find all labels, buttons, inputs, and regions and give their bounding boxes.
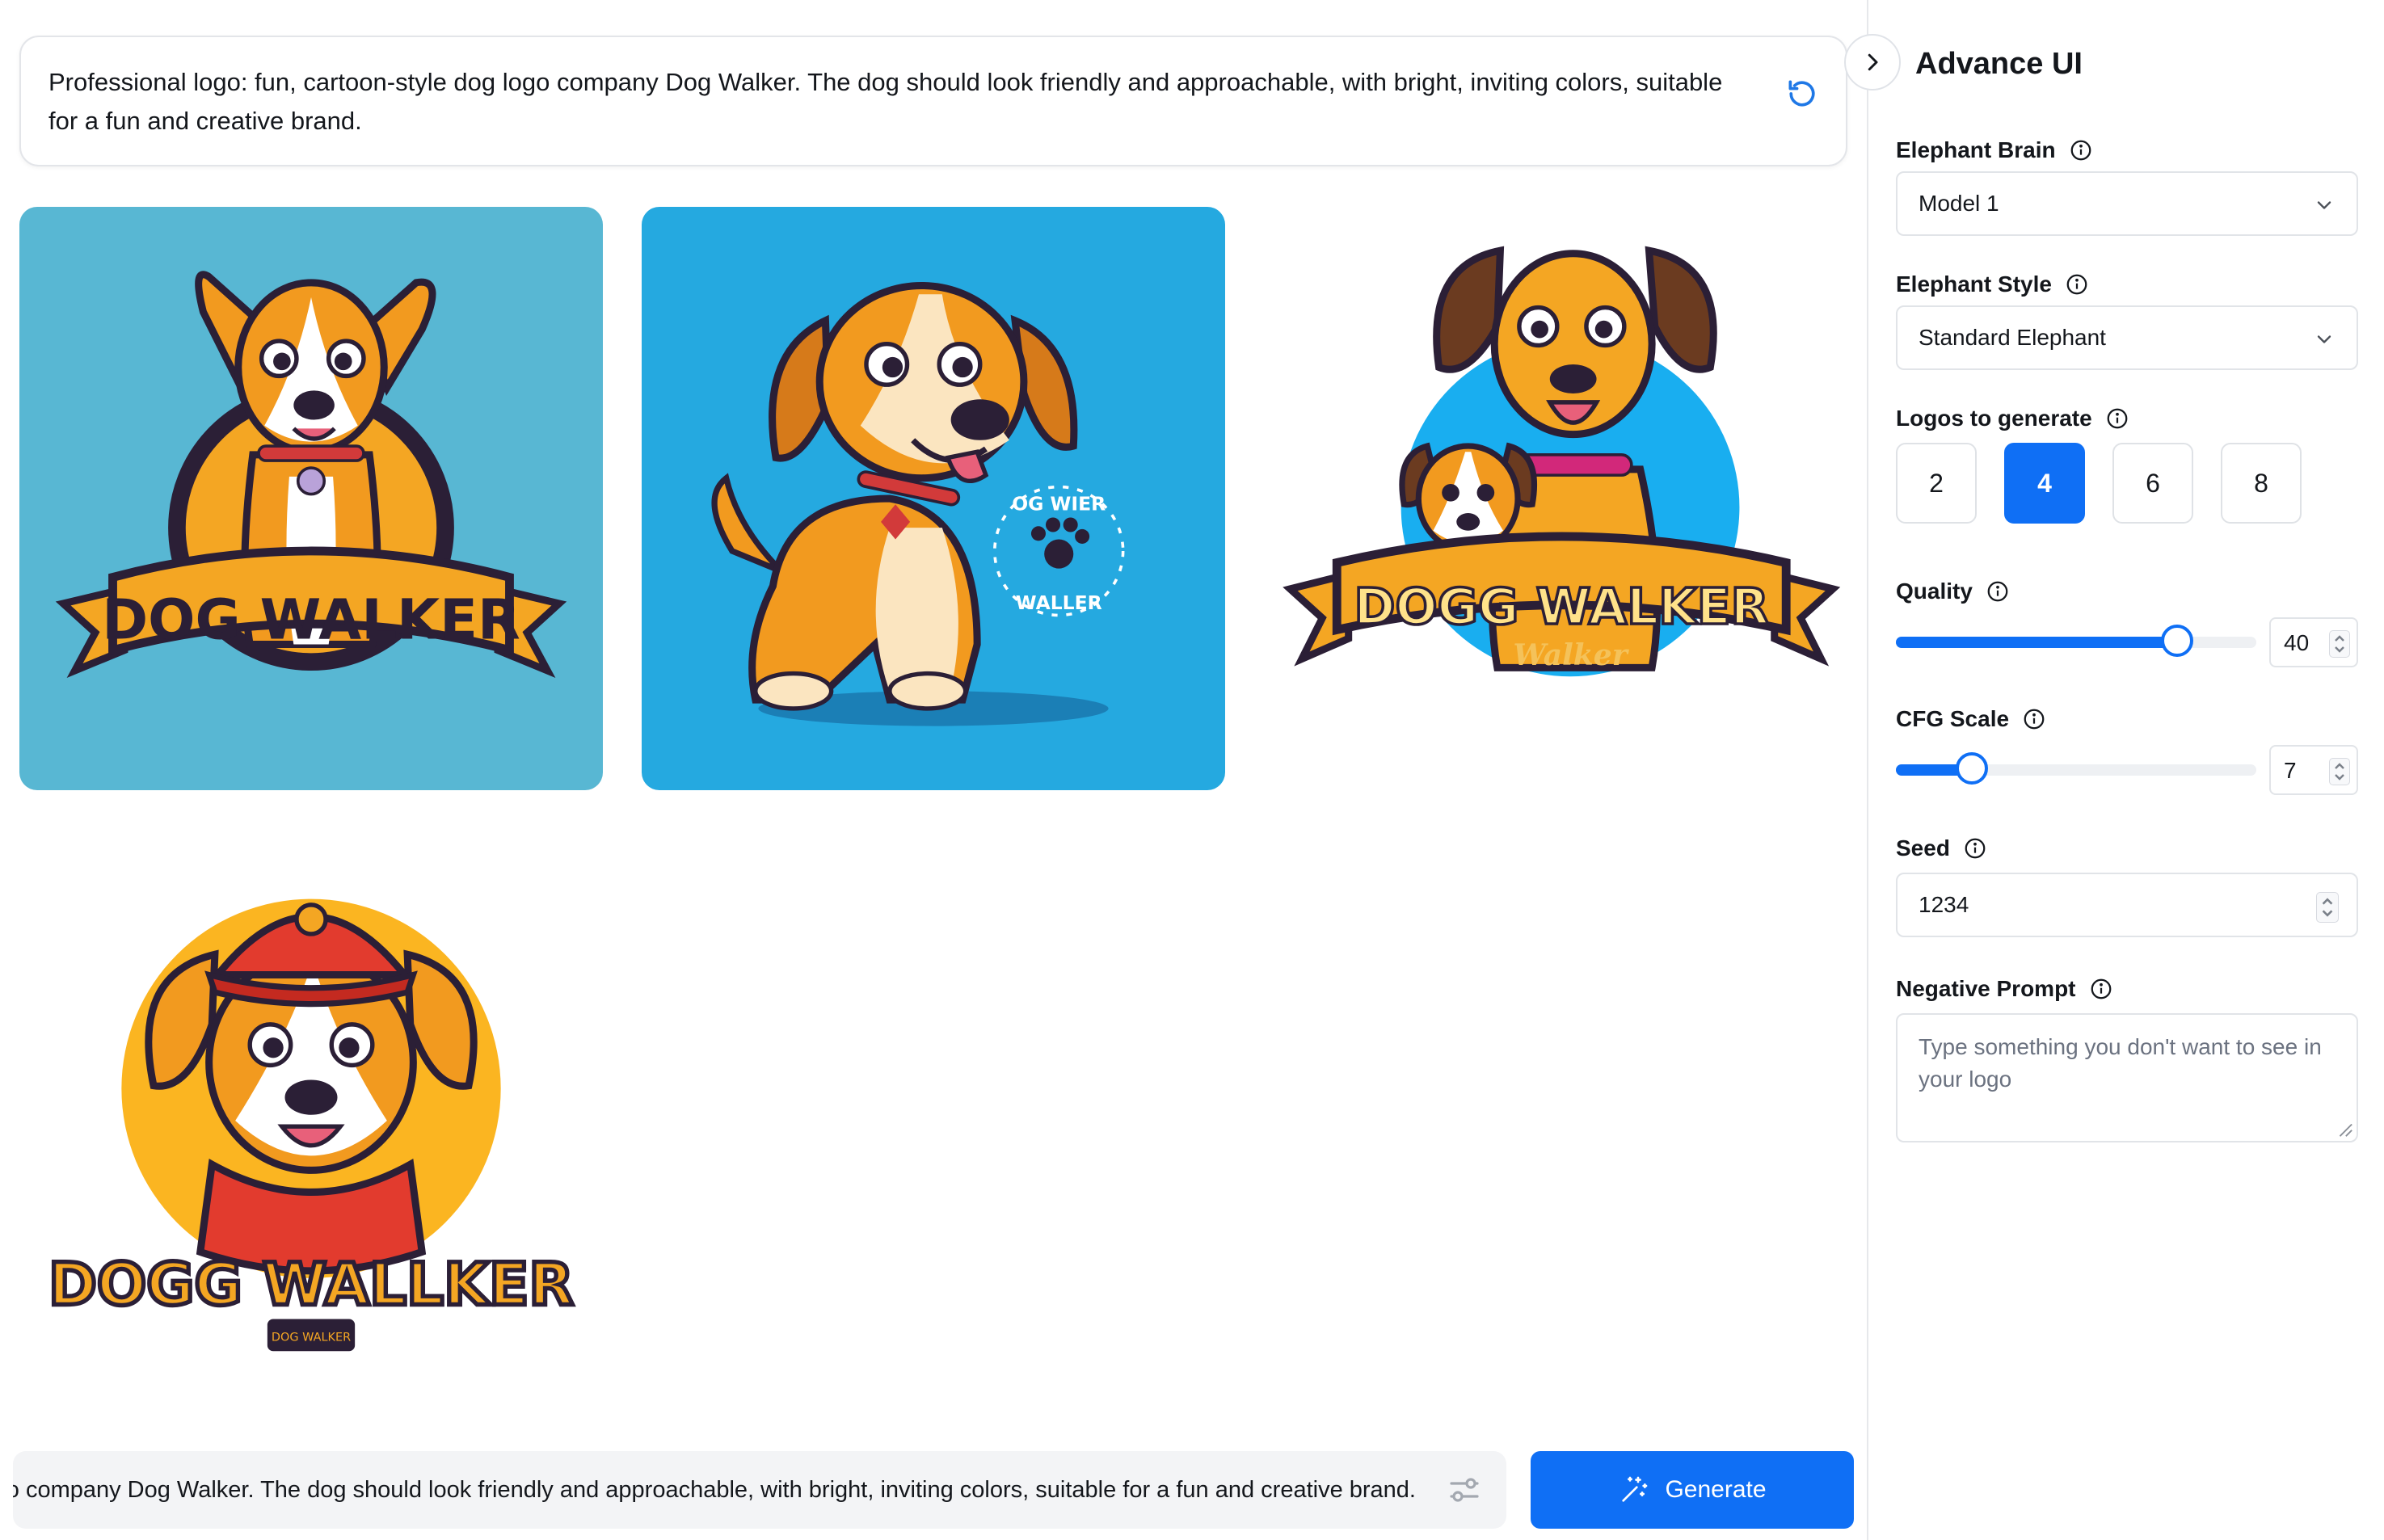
cfg-scale-slider-thumb[interactable] xyxy=(1955,752,1988,785)
logos-count-label: Logos to generate xyxy=(1896,406,2129,431)
main-area: Professional logo: fun, cartoon-style do… xyxy=(0,0,1867,1540)
sliders-icon[interactable] xyxy=(1445,1471,1484,1509)
style-select[interactable]: Standard Elephant xyxy=(1896,305,2358,370)
logos-count-label-text: Logos to generate xyxy=(1896,406,2092,431)
info-icon[interactable] xyxy=(2069,138,2093,162)
logos-count-option-6[interactable]: 6 xyxy=(2112,443,2193,524)
logos-count-option-2[interactable]: 2 xyxy=(1896,443,1977,524)
spin-arrows-icon[interactable] xyxy=(2329,630,2350,658)
cfg-scale-label: CFG Scale xyxy=(1896,706,2046,732)
quality-slider-fill xyxy=(1896,637,2177,648)
brain-select[interactable]: Model 1 xyxy=(1896,171,2358,236)
refresh-icon[interactable] xyxy=(1784,76,1820,112)
logo-image-2: OG WIER WALLER xyxy=(642,207,1225,790)
logo-result-4[interactable]: DOGG WALLKER DOG WALKER xyxy=(19,829,603,1412)
negative-prompt-label-text: Negative Prompt xyxy=(1896,976,2076,1001)
brain-label-text: Elephant Brain xyxy=(1896,137,2056,162)
logo-3-banner-text: DOGG WALKER xyxy=(1354,579,1769,636)
brain-label: Elephant Brain xyxy=(1896,137,2093,163)
prompt-display[interactable]: Professional logo: fun, cartoon-style do… xyxy=(19,36,1847,166)
quality-label-text: Quality xyxy=(1896,579,1973,604)
info-icon[interactable] xyxy=(2089,977,2113,1001)
logo-image-4: DOGG WALLKER DOG WALKER xyxy=(19,829,603,1412)
logo-result-3[interactable]: DOGG WALKER Walker xyxy=(1264,207,1847,790)
generate-label: Generate xyxy=(1665,1476,1767,1503)
info-icon[interactable] xyxy=(1963,836,1987,860)
prompt-input-bar[interactable]: Professional logo: fun, cartoon-style do… xyxy=(13,1451,1506,1529)
logo-image-3: DOGG WALKER Walker xyxy=(1264,207,1847,790)
logos-count-option-8[interactable]: 8 xyxy=(2221,443,2302,524)
quality-slider[interactable] xyxy=(1896,625,2256,657)
style-label-text: Elephant Style xyxy=(1896,271,2052,297)
info-icon[interactable] xyxy=(2105,406,2129,431)
logo-1-banner-text: DOG WALKER xyxy=(102,587,520,652)
chevron-down-icon xyxy=(2317,335,2331,343)
seed-label-text: Seed xyxy=(1896,835,1950,860)
quality-slider-thumb[interactable] xyxy=(2160,625,2193,657)
info-icon[interactable] xyxy=(2065,272,2089,297)
logo-2-badge-bottom: WALLER xyxy=(1016,591,1102,614)
logo-result-2[interactable]: OG WIER WALLER xyxy=(642,207,1225,790)
prompt-input[interactable]: Professional logo: fun, cartoon-style do… xyxy=(13,1473,1416,1507)
negative-prompt-textarea[interactable]: Type something you don't want to see in … xyxy=(1896,1013,2358,1142)
quality-value: 40 xyxy=(2284,630,2310,655)
panel-title: Advance UI xyxy=(1915,47,2083,81)
logo-4-banner-text: DOGG WALLKER xyxy=(48,1251,574,1319)
info-icon[interactable] xyxy=(1986,579,2010,604)
seed-input[interactable]: 1234 xyxy=(1896,873,2358,937)
resize-grip-icon[interactable] xyxy=(2336,1120,2353,1138)
negative-prompt-placeholder: Type something you don't want to see in … xyxy=(1919,1034,2322,1092)
chevron-down-icon xyxy=(2317,201,2331,209)
prompt-text: Professional logo: fun, cartoon-style do… xyxy=(48,68,1723,135)
logos-count-option-4[interactable]: 4 xyxy=(2004,443,2085,524)
logo-image-1: DOG WALKER xyxy=(19,207,603,790)
quality-label: Quality xyxy=(1896,579,2010,604)
brain-select-value: Model 1 xyxy=(1919,191,1999,216)
cfg-scale-slider[interactable] xyxy=(1896,752,2256,785)
advanced-settings-panel: Advance UI Elephant Brain Model 1 Elepha… xyxy=(1868,0,2384,1540)
cfg-scale-number-input[interactable]: 7 xyxy=(2269,745,2358,795)
seed-label: Seed xyxy=(1896,835,1987,861)
style-label: Elephant Style xyxy=(1896,271,2089,297)
cfg-scale-value: 7 xyxy=(2284,758,2297,783)
logo-2-badge-top: OG WIER xyxy=(1012,492,1106,515)
magic-wand-icon xyxy=(1622,1476,1648,1502)
generate-button[interactable]: Generate xyxy=(1531,1451,1854,1529)
logo-result-1[interactable]: DOG WALKER xyxy=(19,207,603,790)
spin-arrows-icon[interactable] xyxy=(2316,892,2339,923)
logo-4-sub-text: DOG WALKER xyxy=(272,1332,351,1344)
style-select-value: Standard Elephant xyxy=(1919,325,2106,350)
quality-number-input[interactable]: 40 xyxy=(2269,617,2358,667)
cfg-scale-label-text: CFG Scale xyxy=(1896,706,2010,731)
negative-prompt-label: Negative Prompt xyxy=(1896,976,2113,1002)
logo-3-sub-text: Walker xyxy=(1513,637,1629,672)
spin-arrows-icon[interactable] xyxy=(2329,758,2350,785)
seed-value: 1234 xyxy=(1919,892,1969,917)
info-icon[interactable] xyxy=(2022,707,2046,731)
